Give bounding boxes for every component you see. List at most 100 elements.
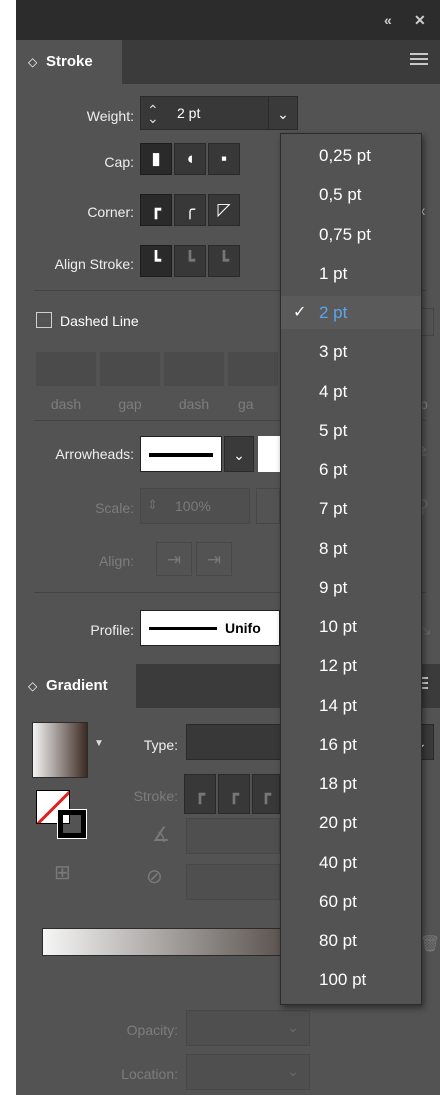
weight-option[interactable]: 3 pt [281, 335, 421, 368]
chevron-down-icon[interactable]: ⌄ [224, 436, 254, 472]
weight-option-label: 18 pt [319, 774, 357, 793]
weight-option[interactable]: 10 pt [281, 610, 421, 643]
gap-label-3: p [420, 396, 428, 412]
weight-option[interactable]: 0,75 pt [281, 218, 421, 251]
weight-option-label: 7 pt [319, 499, 348, 519]
miter-join-icon[interactable]: ┏ [140, 194, 172, 226]
weight-option-label: 14 pt [319, 695, 357, 715]
weight-value[interactable]: 2 pt [177, 105, 200, 121]
profile-select[interactable]: Unifo [140, 610, 280, 646]
aspect-ratio-field[interactable] [186, 864, 280, 900]
scale-field[interactable]: ⇕ 100% [140, 488, 250, 524]
tab-gradient-label: Gradient [46, 677, 108, 694]
swatch-dropdown-icon[interactable]: ▼ [94, 738, 104, 749]
arrow-place-icon[interactable]: ⇥ [196, 542, 232, 576]
projecting-cap-icon[interactable]: ▪ [208, 143, 240, 175]
align-inside-icon[interactable]: ┗ [174, 245, 206, 277]
weight-option-label: 12 pt [319, 656, 357, 676]
gap-field-2[interactable] [228, 352, 278, 386]
weight-option[interactable]: 100 pt [281, 963, 421, 996]
scale-label: Scale: [95, 500, 134, 516]
weight-option-label: 5 pt [319, 420, 348, 440]
weight-option[interactable]: 5 pt [281, 414, 421, 447]
weight-option-label: 1 pt [319, 263, 348, 283]
trash-icon[interactable]: 🗑 [420, 934, 440, 954]
dash-field-2[interactable] [164, 352, 224, 386]
scale-value[interactable]: 100% [175, 498, 211, 514]
chevron-down-icon[interactable]: ⌄ [287, 1019, 299, 1036]
weight-option[interactable]: 18 pt [281, 767, 421, 800]
weight-option[interactable]: 8 pt [281, 532, 421, 565]
weight-option-label: 100 pt [319, 970, 367, 990]
stroke-along-icon[interactable]: ┏ [218, 774, 250, 814]
tab-stroke-label: Stroke [46, 53, 93, 70]
twisty-icon[interactable]: ◇ [28, 40, 37, 84]
weight-option[interactable]: 40 pt [281, 846, 421, 879]
weight-option[interactable]: 12 pt [281, 649, 421, 682]
twisty-icon[interactable]: ◇ [28, 664, 37, 708]
gradient-slider[interactable] [42, 928, 282, 956]
weight-option[interactable]: 1 pt [281, 257, 421, 290]
gradient-annotator-icon[interactable]: ⊞ [54, 860, 71, 885]
dash-field-1[interactable] [36, 352, 96, 386]
weight-option[interactable]: 0,25 pt [281, 139, 421, 172]
weight-option[interactable]: 9 pt [281, 571, 421, 604]
gap-label-2: ga [238, 396, 254, 412]
weight-option[interactable]: 60 pt [281, 885, 421, 918]
gradient-type-select[interactable] [186, 724, 282, 760]
weight-option-label: 3 pt [319, 342, 348, 362]
collapse-icon[interactable]: « [384, 12, 392, 28]
angle-field[interactable] [186, 818, 280, 854]
weight-stepper-down-icon[interactable]: ⌄ [147, 110, 159, 127]
tab-gradient[interactable]: ◇ Gradient [16, 664, 136, 708]
stroke-tab-row: ◇ Stroke [16, 40, 440, 84]
weight-option[interactable]: 0,5 pt [281, 178, 421, 211]
stroke-proxy-icon[interactable] [57, 809, 87, 839]
weight-option-label: 80 pt [319, 931, 357, 950]
checkmark-icon: ✓ [293, 304, 307, 321]
stroke-across-icon[interactable]: ┏ [252, 774, 280, 814]
weight-option[interactable]: 20 pt [281, 806, 421, 839]
round-join-icon[interactable]: ╭ [174, 194, 206, 226]
weight-combobox[interactable]: ⌃ ⌄ 2 pt [140, 96, 280, 130]
bevel-join-icon[interactable]: ◸ [208, 194, 240, 226]
dashed-line-label: Dashed Line [60, 313, 139, 329]
gap-label-1: gap [118, 396, 142, 412]
dash-label-2: dash [178, 396, 210, 412]
end-arrowhead-select[interactable] [258, 436, 280, 472]
dashed-line-checkbox[interactable] [36, 312, 52, 328]
weight-option-label: 16 pt [319, 734, 357, 754]
weight-option[interactable]: 7 pt [281, 492, 421, 525]
scale-field-end[interactable] [256, 488, 280, 524]
gradient-swatch[interactable] [32, 722, 88, 778]
weight-option-label: 9 pt [319, 577, 348, 597]
start-arrowhead-select[interactable] [140, 436, 222, 472]
weight-option[interactable]: 16 pt [281, 728, 421, 761]
weight-option[interactable]: 80 pt [281, 924, 421, 957]
stroke-within-icon[interactable]: ┏ [184, 774, 216, 814]
butt-cap-icon[interactable]: ▮ [140, 143, 172, 175]
weight-option[interactable]: 14 pt [281, 689, 421, 722]
angle-icon: ∡ [152, 824, 170, 846]
arrow-extend-icon[interactable]: ⇥ [156, 542, 192, 576]
align-outside-icon[interactable]: ┗ [208, 245, 240, 277]
location-field[interactable]: ⌄ [186, 1054, 310, 1090]
weight-option[interactable]: ✓ 2 pt [281, 296, 421, 329]
align-center-icon[interactable]: ┗ [140, 245, 172, 277]
weight-dropdown-list: 0,25 pt 0,5 pt 0,75 pt 1 pt ✓ 2 pt 3 pt 4 pt 5 p… [280, 133, 422, 1005]
weight-option[interactable]: 4 pt [281, 375, 421, 408]
gradient-stroke-label: Stroke: [133, 788, 178, 804]
gap-field-1[interactable] [100, 352, 160, 386]
tab-stroke[interactable]: ◇ Stroke [16, 40, 122, 84]
weight-option-label: 8 pt [319, 538, 348, 558]
weight-option[interactable]: 6 pt [281, 453, 421, 486]
chevron-down-icon[interactable]: ⌄ [287, 1063, 299, 1080]
panel-menu-icon[interactable] [410, 53, 428, 71]
close-icon[interactable]: ✕ [414, 12, 426, 29]
profile-label: Profile: [90, 622, 134, 638]
scale-stepper-icon[interactable]: ⇕ [147, 497, 158, 513]
corner-label: Corner: [87, 204, 134, 220]
round-cap-icon[interactable]: ◖ [174, 143, 206, 175]
opacity-field[interactable]: ⌄ [186, 1010, 310, 1046]
weight-dropdown-chevron-icon[interactable]: ⌄ [268, 96, 298, 130]
